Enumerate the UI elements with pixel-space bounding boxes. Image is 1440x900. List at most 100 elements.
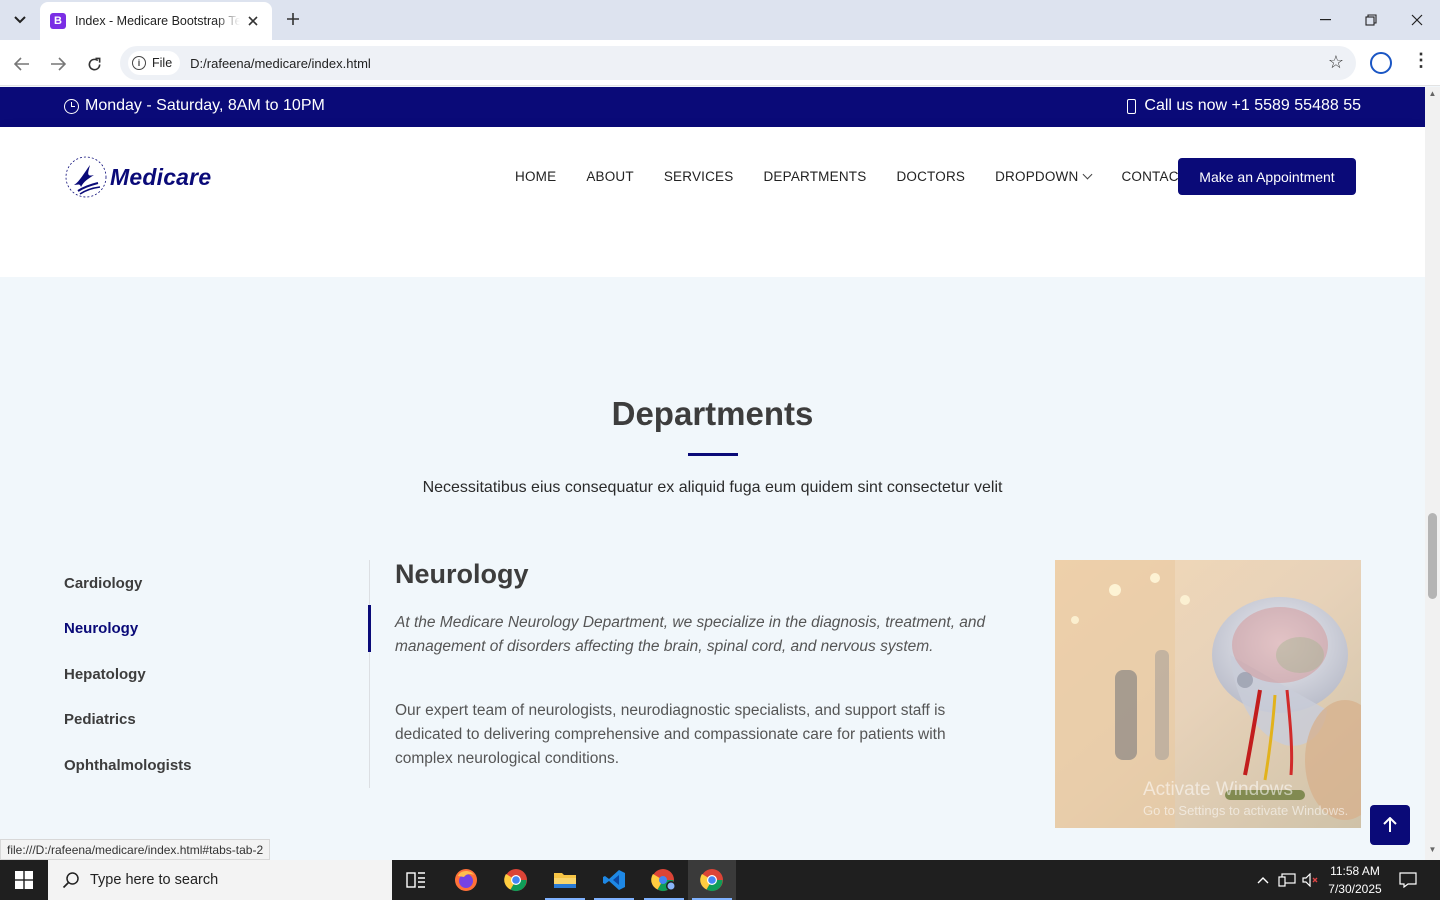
chevron-up-icon <box>1257 877 1269 884</box>
department-lead: At the Medicare Neurology Department, we… <box>395 614 986 655</box>
browser-menu-icon[interactable]: ⋮ <box>1412 50 1430 71</box>
info-icon: i <box>132 56 146 70</box>
windows-taskbar: Type here to search 11:58 AM 7/30/2025 <box>0 860 1440 900</box>
profile-avatar-icon[interactable] <box>1370 52 1392 74</box>
show-hidden-icons-button[interactable] <box>1252 860 1274 900</box>
phone-icon <box>1127 98 1137 114</box>
network-icon[interactable] <box>1276 860 1298 900</box>
site-info-label: File <box>152 56 173 70</box>
search-icon <box>62 872 79 889</box>
file-explorer-app[interactable] <box>541 860 589 900</box>
scroll-up-arrow-icon[interactable]: ▲ <box>1428 89 1437 98</box>
departments-subtitle: Necessitatibus eius consequatur ex aliqu… <box>422 479 1003 496</box>
folder-icon <box>554 873 576 888</box>
address-bar[interactable]: i File D:/rafeena/medicare/index.html ☆ <box>120 46 1356 80</box>
nav-home[interactable]: HOME <box>515 169 556 184</box>
volume-muted-icon[interactable] <box>1300 860 1322 900</box>
notifications-icon[interactable] <box>1394 860 1422 900</box>
vscode-app[interactable] <box>590 860 638 900</box>
tab-neurology[interactable]: Neurology <box>64 620 138 637</box>
page-scrollbar[interactable]: ▲ ▼ <box>1425 87 1440 860</box>
taskbar-clock[interactable]: 11:58 AM 7/30/2025 <box>1322 862 1388 898</box>
logo-text: Medicare <box>110 163 212 190</box>
windows-logo-icon <box>15 871 33 889</box>
nav-departments[interactable]: DEPARTMENTS <box>763 169 866 184</box>
department-heading: Neurology <box>395 559 529 589</box>
chevron-down-icon <box>14 16 26 24</box>
nav-doctors[interactable]: DOCTORS <box>896 169 965 184</box>
phone-text: Call us now +1 5589 55488 55 <box>1144 97 1361 114</box>
plus-icon <box>287 13 299 25</box>
reload-button[interactable] <box>82 52 106 76</box>
nav-dropdown-label: DROPDOWN <box>995 169 1079 184</box>
active-tab-indicator <box>368 605 371 652</box>
tab-close-button[interactable] <box>244 12 262 30</box>
opening-hours: Monday - Saturday, 8AM to 10PM <box>64 97 325 115</box>
contact-topbar: Monday - Saturday, 8AM to 10PM Call us n… <box>0 87 1425 127</box>
reload-icon <box>88 57 100 70</box>
chrome-profile-icon <box>651 869 676 892</box>
browser-tab-strip: B Index - Medicare Bootstrap Template <box>0 0 1440 40</box>
clock-icon <box>64 98 79 114</box>
scrollbar-thumb[interactable] <box>1428 513 1437 599</box>
arrow-right-icon <box>51 57 66 71</box>
taskbar-search[interactable]: Type here to search <box>48 860 392 900</box>
vscode-icon <box>603 870 625 890</box>
title-underline <box>688 453 738 456</box>
minimize-icon <box>1319 19 1331 21</box>
nav-about[interactable]: ABOUT <box>586 169 634 184</box>
firefox-app[interactable] <box>442 860 490 900</box>
make-appointment-button[interactable]: Make an Appointment <box>1178 158 1356 195</box>
site-header: Medicare HOME ABOUT SERVICES DEPARTMENTS… <box>0 127 1425 227</box>
chrome-profile-app[interactable] <box>640 860 688 900</box>
departments-title: Departments <box>611 395 814 432</box>
previous-section-end <box>0 227 1425 277</box>
tab-cardiology[interactable]: Cardiology <box>64 575 142 592</box>
chrome-app[interactable] <box>492 860 540 900</box>
department-tabs: Cardiology Neurology Hepatology Pediatri… <box>64 560 370 788</box>
tab-pediatrics[interactable]: Pediatrics <box>64 711 136 728</box>
chrome-active-app[interactable] <box>688 860 736 900</box>
back-button[interactable] <box>10 52 34 76</box>
opening-hours-text: Monday - Saturday, 8AM to 10PM <box>85 97 325 114</box>
tab-search-menu-button[interactable] <box>6 6 34 34</box>
task-view-icon <box>406 872 425 888</box>
main-nav: HOME ABOUT SERVICES DEPARTMENTS DOCTORS … <box>515 169 1217 184</box>
firefox-icon <box>455 869 477 891</box>
back-to-top-button[interactable] <box>1370 805 1410 845</box>
window-close-button[interactable] <box>1394 0 1440 40</box>
scroll-down-arrow-icon[interactable]: ▼ <box>1428 845 1437 854</box>
window-restore-button[interactable] <box>1348 0 1394 40</box>
browser-tab-active[interactable]: B Index - Medicare Bootstrap Template <box>40 2 272 40</box>
window-minimize-button[interactable] <box>1302 0 1348 40</box>
bookmark-star-icon[interactable]: ☆ <box>1328 52 1344 73</box>
chrome-icon <box>504 869 527 892</box>
url-text[interactable]: D:/rafeena/medicare/index.html <box>190 56 371 71</box>
nav-services[interactable]: SERVICES <box>664 169 734 184</box>
department-body: Our expert team of neurologists, neurodi… <box>395 702 946 767</box>
task-view-button[interactable] <box>392 860 440 900</box>
web-page: Monday - Saturday, 8AM to 10PM Call us n… <box>0 87 1425 860</box>
close-icon <box>1411 14 1423 26</box>
site-logo[interactable]: Medicare <box>64 155 211 199</box>
phone-contact: Call us now +1 5589 55488 55 <box>1127 97 1361 115</box>
site-info-chip[interactable]: i File <box>128 51 181 75</box>
chrome-icon <box>700 869 723 892</box>
watermark-line-2: Go to Settings to activate Windows. <box>1143 803 1349 818</box>
clock-time: 11:58 AM <box>1330 864 1380 878</box>
arrow-up-icon <box>1383 817 1397 832</box>
close-icon <box>248 16 258 26</box>
watermark-line-1: Activate Windows <box>1143 779 1293 800</box>
nav-dropdown[interactable]: DROPDOWN <box>995 169 1093 184</box>
tab-hepatology[interactable]: Hepatology <box>64 666 146 683</box>
tab-title: Index - Medicare Bootstrap Template <box>75 14 240 28</box>
forward-button[interactable] <box>46 52 70 76</box>
medicare-eagle-logo-icon <box>64 155 108 199</box>
tab-ophthalmologists[interactable]: Ophthalmologists <box>64 757 192 774</box>
clock-date: 7/30/2025 <box>1328 882 1382 896</box>
windows-activation-watermark: Activate Windows Go to Settings to activ… <box>1143 779 1348 818</box>
chevron-down-icon <box>1083 169 1093 180</box>
start-button[interactable] <box>0 860 48 900</box>
new-tab-button[interactable] <box>282 8 304 30</box>
restore-icon <box>1365 14 1377 26</box>
